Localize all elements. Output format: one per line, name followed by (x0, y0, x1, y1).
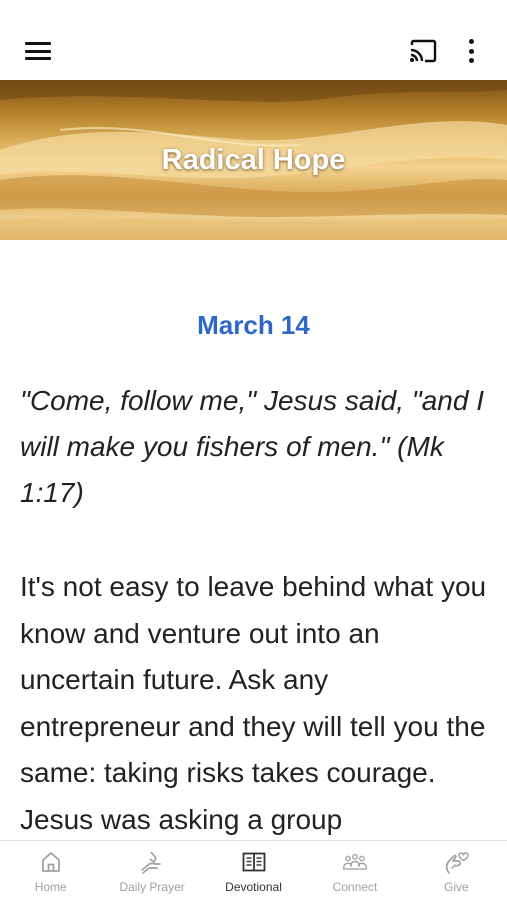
more-vert-icon (468, 39, 474, 63)
devotional-content: March 14 "Come, follow me," Jesus said, … (0, 240, 507, 840)
devotional-date: March 14 (197, 310, 310, 340)
bottom-tab-bar: Home Daily Prayer Devotional Connect Giv… (0, 840, 507, 901)
tab-home[interactable]: Home (0, 841, 101, 901)
tab-label: Connect (332, 880, 378, 894)
people-icon (342, 853, 368, 870)
cast-icon (410, 39, 437, 63)
tab-devotional[interactable]: Devotional (203, 841, 304, 901)
devotional-body: It's not easy to leave behind what you k… (20, 571, 487, 835)
top-app-bar (0, 22, 507, 80)
top-bar-actions (399, 27, 495, 75)
scripture-verse: "Come, follow me," Jesus said, "and I wi… (20, 385, 485, 508)
banner-title: Radical Hope (161, 143, 346, 176)
praying-hands-icon (141, 851, 161, 874)
tab-label: Home (34, 880, 67, 894)
tab-label: Devotional (225, 880, 282, 894)
tab-daily-prayer[interactable]: Daily Prayer (101, 841, 202, 901)
status-bar (0, 0, 507, 22)
more-options-button[interactable] (447, 27, 495, 75)
tab-connect[interactable]: Connect (304, 841, 405, 901)
menu-button[interactable] (14, 27, 62, 75)
book-icon (242, 852, 265, 872)
cast-button[interactable] (399, 27, 447, 75)
hamburger-menu-icon (25, 42, 51, 60)
give-icon (446, 852, 470, 874)
tab-give[interactable]: Give (406, 841, 507, 901)
tab-label: Give (443, 880, 469, 894)
tab-label: Daily Prayer (119, 880, 185, 894)
header-banner-image: Radical Hope (0, 80, 507, 240)
home-icon (41, 852, 60, 872)
